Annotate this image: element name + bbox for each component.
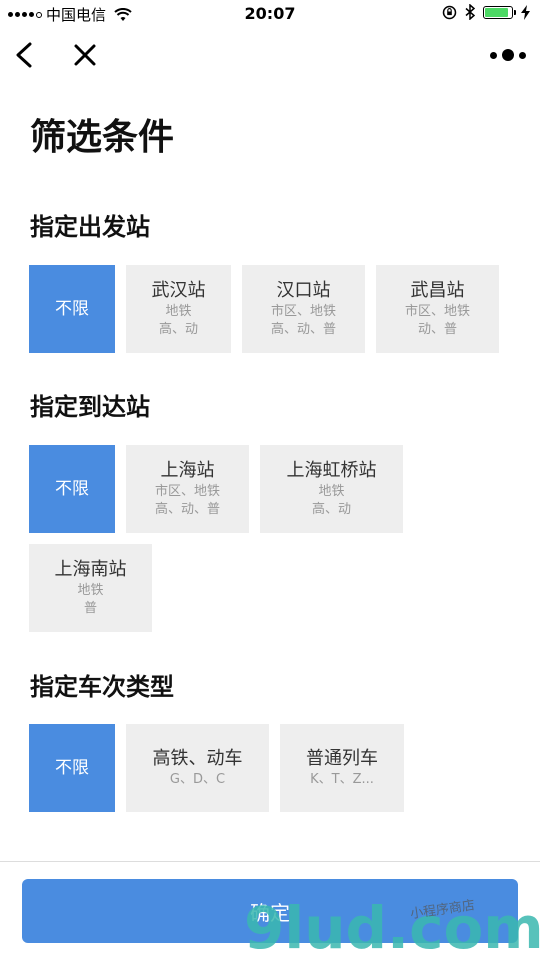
orientation-lock-icon <box>442 5 457 19</box>
option-sub: 地铁 <box>165 304 192 319</box>
option-sub: G、D、C <box>169 772 226 787</box>
footer-divider <box>0 861 540 862</box>
train-type-section-title: 指定车次类型 <box>30 673 174 701</box>
option-sub: 地铁 <box>318 484 345 499</box>
option-label: 上海站 <box>160 460 215 481</box>
train-type-option-any[interactable]: 不限 <box>29 724 115 812</box>
departure-option-wuhan[interactable]: 武汉站 地铁 高、动 <box>126 265 231 353</box>
arrival-section-title: 指定到达站 <box>30 393 150 421</box>
option-sub: 普 <box>83 601 97 616</box>
option-sub: 高、动、普 <box>270 322 336 337</box>
arrival-option-hongqiao[interactable]: 上海虹桥站 地铁 高、动 <box>260 445 403 533</box>
option-label: 武昌站 <box>410 280 465 301</box>
option-sub: 动、普 <box>417 322 457 337</box>
option-label: 汉口站 <box>276 280 331 301</box>
train-type-options: 不限 高铁、动车 G、D、C 普通列车 K、T、Z... <box>29 724 519 812</box>
charging-icon <box>521 4 530 20</box>
arrival-option-shanghai-south[interactable]: 上海南站 地铁 普 <box>29 544 152 632</box>
confirm-button[interactable]: 确定 <box>22 879 518 943</box>
option-sub: 高、动 <box>311 502 351 517</box>
option-sub: 市区、地铁 <box>404 304 470 319</box>
option-sub: 市区、地铁 <box>270 304 336 319</box>
option-label: 普通列车 <box>306 748 378 769</box>
status-right <box>442 4 530 20</box>
option-label: 武汉站 <box>151 280 206 301</box>
close-icon[interactable] <box>70 40 100 70</box>
more-icon[interactable] <box>490 44 526 66</box>
option-label: 不限 <box>55 758 89 778</box>
page-title: 筛选条件 <box>30 117 175 158</box>
option-label: 不限 <box>55 299 89 319</box>
train-type-option-high-speed[interactable]: 高铁、动车 G、D、C <box>126 724 269 812</box>
departure-option-wuchang[interactable]: 武昌站 市区、地铁 动、普 <box>376 265 499 353</box>
arrival-option-any[interactable]: 不限 <box>29 445 115 533</box>
back-icon[interactable] <box>10 40 40 70</box>
departure-option-hankou[interactable]: 汉口站 市区、地铁 高、动、普 <box>242 265 365 353</box>
option-sub: 高、动、普 <box>154 502 220 517</box>
arrival-option-shanghai[interactable]: 上海站 市区、地铁 高、动、普 <box>126 445 249 533</box>
departure-options: 不限 武汉站 地铁 高、动 汉口站 市区、地铁 高、动、普 武昌站 市区、地铁 … <box>29 265 519 353</box>
option-sub: 高、动 <box>158 322 198 337</box>
option-label: 不限 <box>55 479 89 499</box>
option-sub: K、T、Z... <box>310 772 374 787</box>
option-sub: 地铁 <box>77 583 104 598</box>
nav-bar <box>0 30 540 80</box>
battery-icon <box>483 5 516 19</box>
train-type-option-regular[interactable]: 普通列车 K、T、Z... <box>280 724 404 812</box>
option-sub: 市区、地铁 <box>154 484 220 499</box>
departure-section-title: 指定出发站 <box>30 213 150 241</box>
arrival-options: 不限 上海站 市区、地铁 高、动、普 上海虹桥站 地铁 高、动 上海南站 地铁 … <box>29 445 519 632</box>
status-bar: 中国电信 20:07 <box>0 0 540 28</box>
option-label: 高铁、动车 <box>152 748 243 769</box>
option-label: 上海南站 <box>54 559 127 580</box>
bluetooth-icon <box>465 4 475 20</box>
option-label: 上海虹桥站 <box>286 460 377 481</box>
departure-option-any[interactable]: 不限 <box>29 265 115 353</box>
